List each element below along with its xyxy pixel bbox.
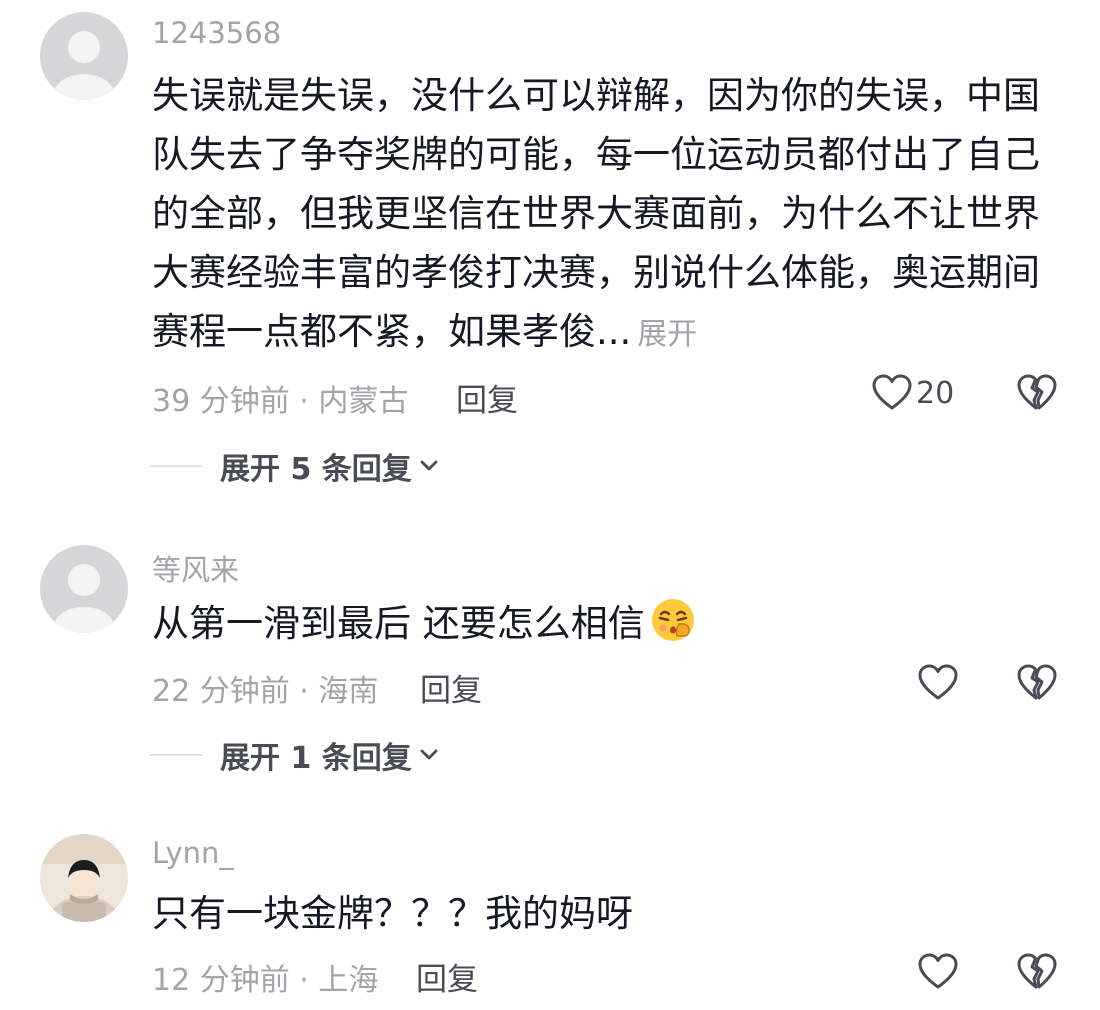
reply-button[interactable]: 回复 xyxy=(420,665,482,710)
comment-text-line: 从第一滑到最后 还要怎么相信 xyxy=(152,594,1052,661)
username[interactable]: 等风来 xyxy=(152,547,239,589)
avatar[interactable] xyxy=(40,545,128,633)
comment-text-content: 从第一滑到最后 还要怎么相信 xyxy=(152,602,645,645)
like-count: 20 xyxy=(916,375,955,411)
comment-text-line: 失误就是失误，没什么可以辩解，因为你的失误，中国 xyxy=(152,74,1040,117)
comment-meta: 39 分钟前 · 内蒙古 xyxy=(152,376,408,420)
user-photo-avatar xyxy=(40,834,128,922)
expand-text-button[interactable]: 展开 xyxy=(637,317,697,352)
meta-separator: · xyxy=(289,674,319,709)
username[interactable]: Lynn_ xyxy=(152,836,234,870)
comment-text: 失误就是失误，没什么可以辩解，因为你的失误，中国 队失去了争夺奖牌的可能，每一位… xyxy=(152,66,1052,364)
like-button[interactable] xyxy=(918,664,958,702)
chevron-down-icon xyxy=(420,460,438,471)
comment-location: 上海 xyxy=(318,963,379,998)
shushing-face-emoji xyxy=(649,596,697,661)
divider-line xyxy=(150,465,202,467)
heart-outline-icon xyxy=(918,953,958,989)
comment-text-line: 大赛经验丰富的孝俊打决赛，别说什么体能，奥运期间 xyxy=(152,251,1040,294)
comment-text-line-last: 赛程一点都不紧，如果孝俊... xyxy=(152,310,632,353)
comment-text: 从第一滑到最后 还要怎么相信 xyxy=(152,594,1052,661)
dislike-button[interactable] xyxy=(1017,374,1057,416)
like-button[interactable]: 20 xyxy=(872,374,954,412)
chevron-down-icon xyxy=(420,749,438,760)
broken-heart-icon xyxy=(1017,664,1057,700)
like-button[interactable] xyxy=(918,953,958,991)
comment-text-line: 的全部，但我更坚信在世界大赛面前，为什么不让世界 xyxy=(152,192,1040,235)
comment-location: 内蒙古 xyxy=(318,384,409,419)
comment-text-line: 队失去了争夺奖牌的可能，每一位运动员都付出了自己 xyxy=(152,133,1040,176)
meta-separator: · xyxy=(289,384,319,419)
divider-line xyxy=(150,754,202,756)
heart-outline-icon xyxy=(918,664,958,700)
default-avatar-icon xyxy=(40,12,128,100)
expand-replies-label: 展开 5 条回复 xyxy=(220,452,412,487)
comment-text-line: 赛程一点都不紧，如果孝俊... 展开 xyxy=(152,302,1052,364)
dislike-button[interactable] xyxy=(1017,664,1057,706)
avatar[interactable] xyxy=(40,12,128,100)
comment-location: 海南 xyxy=(318,674,379,709)
broken-heart-icon xyxy=(1017,953,1057,989)
broken-heart-icon xyxy=(1017,374,1057,410)
comment-time: 22 分钟前 xyxy=(152,674,290,709)
comment-meta: 12 分钟前 · 上海 xyxy=(152,955,378,999)
comment-time: 12 分钟前 xyxy=(152,963,290,998)
heart-outline-icon xyxy=(872,374,912,410)
dislike-button[interactable] xyxy=(1017,953,1057,995)
expand-replies-button[interactable]: 展开 1 条回复 xyxy=(150,733,438,777)
meta-separator: · xyxy=(289,963,319,998)
default-avatar-icon xyxy=(40,545,128,633)
expand-replies-button[interactable]: 展开 5 条回复 xyxy=(150,444,438,488)
username[interactable]: 1243568 xyxy=(152,16,281,50)
comment-text-line: 只有一块金牌？？？我的妈呀 xyxy=(152,892,633,935)
avatar[interactable] xyxy=(40,834,128,922)
expand-replies-label: 展开 1 条回复 xyxy=(220,741,412,776)
comment-text: 只有一块金牌？？？我的妈呀 xyxy=(152,884,1052,943)
comment-time: 39 分钟前 xyxy=(152,384,290,419)
reply-button[interactable]: 回复 xyxy=(456,375,518,420)
reply-button[interactable]: 回复 xyxy=(416,954,478,999)
comment-meta: 22 分钟前 · 海南 xyxy=(152,666,378,710)
